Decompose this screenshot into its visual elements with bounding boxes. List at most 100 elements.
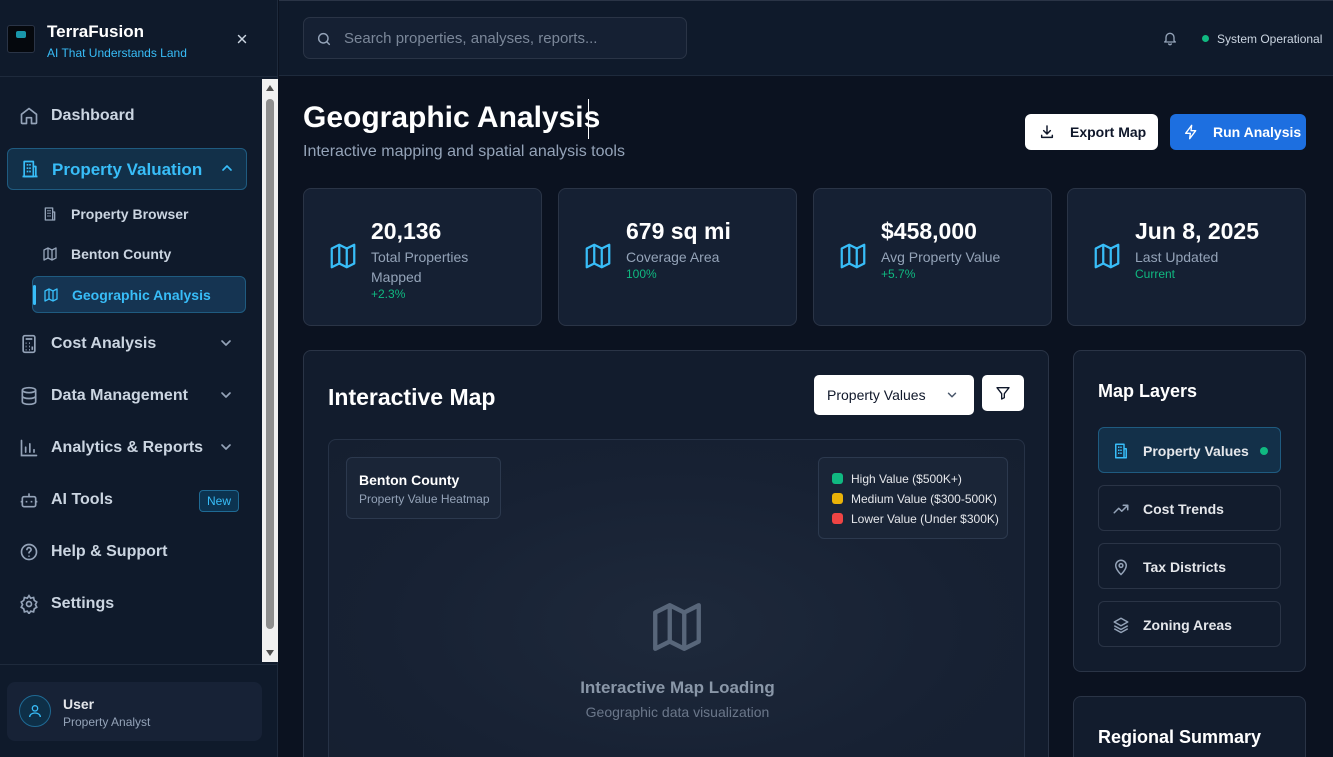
- sidebar-item-label: Dashboard: [51, 107, 135, 124]
- sidebar-item-analytics-reports[interactable]: Analytics & Reports: [7, 428, 247, 468]
- layer-zoning-areas[interactable]: Zoning Areas: [1098, 601, 1281, 647]
- legend-swatch-high: [832, 473, 843, 484]
- interactive-map-card: Interactive Map Property Values Benton C…: [303, 350, 1049, 757]
- stat-value: 679 sq mi: [626, 218, 731, 244]
- active-layer-indicator: [1260, 447, 1268, 455]
- stat-card-last-updated: Jun 8, 2025 Last Updated Current: [1067, 188, 1306, 326]
- sidebar-subitem-label: Geographic Analysis: [72, 287, 211, 303]
- sidebar-subitem-geographic-analysis[interactable]: Geographic Analysis: [32, 276, 246, 313]
- stat-card-coverage-area: 679 sq mi Coverage Area 100%: [558, 188, 797, 326]
- sidebar-item-data-management[interactable]: Data Management: [7, 376, 247, 416]
- sidebar-item-ai-tools[interactable]: AI Tools New: [7, 480, 247, 520]
- map-layer-select[interactable]: Property Values: [814, 375, 974, 415]
- stat-value: Jun 8, 2025: [1135, 218, 1260, 244]
- stat-change: +5.7%: [881, 267, 916, 281]
- stat-label: Coverage Area: [626, 249, 720, 265]
- region-subtitle: Property Value Heatmap: [359, 492, 490, 506]
- map-icon: [44, 288, 58, 302]
- map-legend: High Value ($500K+) Medium Value ($300-5…: [818, 457, 1008, 539]
- user-profile[interactable]: User Property Analyst: [7, 682, 262, 741]
- map-icon: [840, 243, 866, 269]
- chevron-down-icon: [221, 392, 231, 398]
- brand-logo: [7, 25, 35, 53]
- brand-header: TerraFusion AI That Understands Land: [0, 0, 278, 77]
- zap-icon: [1185, 124, 1197, 140]
- legend-label: High Value ($500K+): [851, 472, 962, 486]
- scroll-up-arrow[interactable]: [266, 85, 274, 91]
- sidebar-item-settings[interactable]: Settings: [7, 584, 247, 624]
- legend-swatch-medium: [832, 493, 843, 504]
- home-icon: [20, 107, 38, 125]
- sidebar-item-label: Cost Analysis: [51, 335, 157, 352]
- map-loading-title: Interactive Map Loading: [580, 678, 775, 697]
- scrollbar-thumb[interactable]: [266, 99, 274, 629]
- brand-tagline: AI That Understands Land: [47, 46, 187, 60]
- map-icon: [330, 243, 356, 269]
- sidebar: TerraFusion AI That Understands Land Das…: [0, 0, 278, 757]
- bot-icon: [20, 493, 38, 508]
- system-status: System Operational: [1217, 32, 1323, 46]
- chevron-down-icon: [947, 392, 957, 398]
- brand-name: TerraFusion: [47, 22, 144, 41]
- legend-label: Lower Value (Under $300K): [851, 512, 999, 526]
- layer-label: Zoning Areas: [1143, 617, 1232, 633]
- download-icon: [1040, 125, 1054, 139]
- stat-change: Current: [1135, 267, 1176, 281]
- top-header: System Operational: [279, 0, 1333, 76]
- chevron-down-icon: [221, 444, 231, 450]
- map-icon: [43, 247, 57, 261]
- notifications-button[interactable]: [1162, 30, 1178, 46]
- map-layers-card: Map Layers Property Values Cost Trends T…: [1073, 350, 1306, 672]
- stat-value: 20,136: [371, 218, 442, 244]
- search-input[interactable]: [344, 27, 674, 49]
- layer-tax-districts[interactable]: Tax Districts: [1098, 543, 1281, 589]
- map-canvas[interactable]: Benton County Property Value Heatmap Hig…: [328, 439, 1025, 757]
- close-icon: [237, 34, 247, 44]
- sidebar-item-label: Data Management: [51, 387, 188, 404]
- sidebar-scrollbar[interactable]: [262, 79, 278, 662]
- stat-card-avg-property-value: $458,000 Avg Property Value +5.7%: [813, 188, 1052, 326]
- layer-cost-trends[interactable]: Cost Trends: [1098, 485, 1281, 531]
- map-icon: [585, 243, 611, 269]
- gear-icon: [20, 594, 38, 614]
- export-map-button[interactable]: Export Map: [1025, 114, 1158, 150]
- layer-property-values[interactable]: Property Values: [1098, 427, 1281, 473]
- region-name: Benton County: [359, 472, 460, 488]
- map-pin-icon: [1114, 559, 1128, 576]
- stat-change: 100%: [626, 267, 657, 281]
- map-layer-select-value: Property Values: [827, 387, 926, 403]
- layer-label: Cost Trends: [1143, 501, 1224, 517]
- close-sidebar-button[interactable]: [232, 29, 252, 49]
- sidebar-subitem-property-browser[interactable]: Property Browser: [32, 196, 246, 232]
- stat-label: Last Updated: [1135, 249, 1219, 265]
- sidebar-subitem-benton-county[interactable]: Benton County: [32, 236, 246, 272]
- search-box[interactable]: [303, 17, 687, 59]
- stat-label: Total Properties Mapped: [371, 249, 469, 285]
- sidebar-item-property-valuation[interactable]: Property Valuation: [7, 148, 247, 190]
- regional-summary-title: Regional Summary: [1098, 727, 1262, 747]
- user-role: Property Analyst: [63, 715, 151, 729]
- scroll-down-arrow[interactable]: [266, 650, 274, 656]
- layer-label: Tax Districts: [1143, 559, 1226, 575]
- building-icon: [44, 207, 56, 221]
- sidebar-item-label: Analytics & Reports: [51, 439, 204, 456]
- legend-swatch-low: [832, 513, 843, 524]
- filter-button[interactable]: [982, 375, 1024, 411]
- layer-label: Property Values: [1143, 443, 1249, 459]
- avatar: [19, 695, 51, 727]
- stat-value: $458,000: [881, 218, 977, 244]
- sidebar-item-cost-analysis[interactable]: Cost Analysis: [7, 324, 247, 364]
- run-analysis-button[interactable]: Run Analysis: [1170, 114, 1306, 150]
- regional-summary-card: Regional Summary: [1073, 696, 1306, 757]
- sidebar-item-dashboard[interactable]: Dashboard: [7, 96, 247, 136]
- building-icon: [1115, 443, 1127, 459]
- sidebar-item-help-support[interactable]: Help & Support: [7, 532, 247, 572]
- search-icon: [317, 32, 331, 46]
- sidebar-item-label: Help & Support: [51, 543, 168, 560]
- chevron-up-icon: [222, 165, 232, 171]
- page-title: Geographic Analysis: [303, 101, 601, 134]
- user-name: User: [63, 696, 95, 712]
- status-indicator: [1202, 35, 1209, 42]
- building-icon: [22, 160, 38, 178]
- sidebar-subitem-label: Property Browser: [71, 206, 189, 222]
